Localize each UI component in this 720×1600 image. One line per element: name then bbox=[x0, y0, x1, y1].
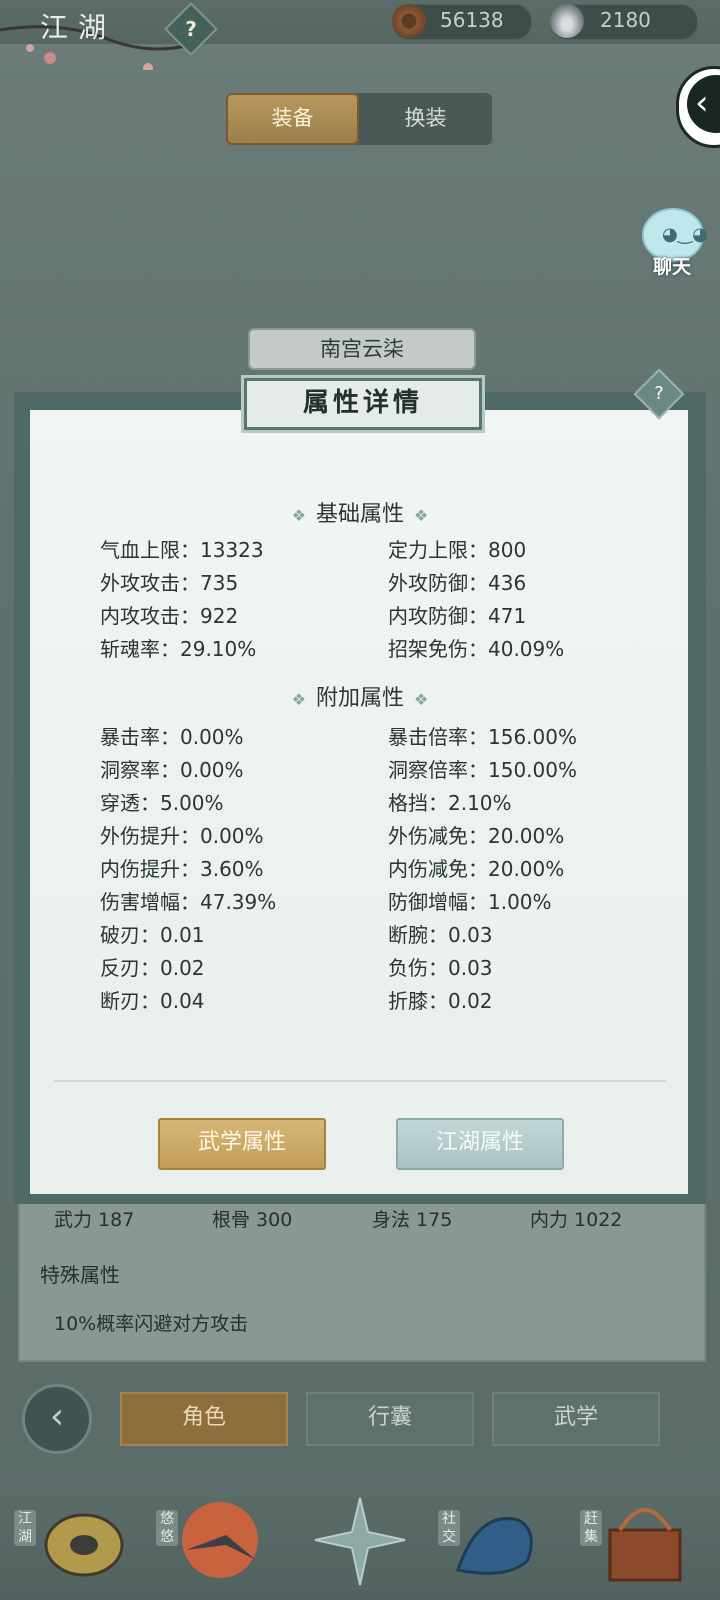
dock-label-market: 赶集 bbox=[580, 1510, 602, 1546]
attribute-item: 定力上限：800 bbox=[388, 538, 527, 562]
compass-star-icon bbox=[314, 1497, 406, 1586]
equip-tabs: 装备 换装 bbox=[226, 93, 492, 145]
extra-title: 附加属性 bbox=[315, 686, 404, 711]
special-title: 特殊属性 bbox=[40, 1263, 120, 1287]
back-arrow-icon: ‹ bbox=[49, 1396, 65, 1437]
back-button[interactable]: ‹ bbox=[22, 1384, 92, 1454]
silver-ingot-icon bbox=[550, 4, 584, 38]
attribute-item: 内攻攻击：922 bbox=[100, 604, 239, 628]
attribute-item: 外伤减免：20.00% bbox=[388, 824, 565, 848]
attribute-item: 外攻防御：436 bbox=[388, 571, 527, 595]
chevron-left-icon: ‹ bbox=[687, 75, 720, 133]
silver-value: 2180 bbox=[600, 8, 651, 32]
attribute-item: 洞察倍率：150.00% bbox=[388, 758, 577, 782]
diamond-icon: ❖ bbox=[291, 506, 306, 525]
attribute-item: 断腕：0.03 bbox=[388, 923, 493, 947]
nav-martial[interactable]: 武学 bbox=[492, 1392, 660, 1446]
attribute-item: 暴击倍率：156.00% bbox=[388, 725, 577, 749]
modal-title: 属性详情 bbox=[244, 378, 482, 430]
coin-value: 56138 bbox=[440, 8, 504, 32]
jianghu-attributes-button[interactable]: 江湖属性 bbox=[396, 1118, 564, 1170]
stat-gengu: 根骨 300 bbox=[212, 1209, 293, 1231]
attribute-item: 防御增幅：1.00% bbox=[388, 890, 552, 914]
attribute-item: 外伤提升：0.00% bbox=[100, 824, 264, 848]
attribute-item: 格挡：2.10% bbox=[388, 791, 512, 815]
dock-jianghu[interactable]: 江湖 bbox=[14, 1490, 124, 1590]
attribute-item: 内攻防御：471 bbox=[388, 604, 527, 628]
dock-label-jianghu: 江湖 bbox=[14, 1510, 36, 1546]
attribute-item: 洞察率：0.00% bbox=[100, 758, 244, 782]
attribute-item: 招架免伤：40.09% bbox=[388, 637, 565, 661]
nav-bag[interactable]: 行囊 bbox=[306, 1392, 474, 1446]
attribute-item: 内伤减免：20.00% bbox=[388, 857, 565, 881]
dock-market[interactable]: 赶集 bbox=[580, 1490, 690, 1590]
diamond-icon: ❖ bbox=[414, 506, 429, 525]
attribute-item: 气血上限：13323 bbox=[100, 538, 264, 562]
chat-button[interactable]: ◕‿◕ 聊天 bbox=[636, 208, 708, 278]
attribute-item: 斩魂率：29.10% bbox=[100, 637, 257, 661]
attribute-item: 破刃：0.01 bbox=[100, 923, 205, 947]
special-text: 10%概率闪避对方攻击 bbox=[54, 1313, 249, 1335]
attribute-item: 折膝：0.02 bbox=[388, 989, 493, 1013]
question-icon: ? bbox=[654, 383, 664, 404]
stat-neili: 内力 1022 bbox=[530, 1209, 623, 1231]
nav-role[interactable]: 角色 bbox=[120, 1392, 288, 1446]
basic-title: 基础属性 bbox=[315, 502, 404, 527]
dock-label-social: 社交 bbox=[438, 1510, 460, 1546]
attribute-item: 穿透：5.00% bbox=[100, 791, 224, 815]
martial-attributes-button[interactable]: 武学属性 bbox=[158, 1118, 326, 1170]
tab-equip[interactable]: 装备 bbox=[226, 93, 359, 145]
attribute-item: 反刃：0.02 bbox=[100, 956, 205, 980]
character-name: 南宫云柒 bbox=[248, 328, 476, 370]
chat-label: 聊天 bbox=[652, 256, 691, 278]
question-icon: ? bbox=[185, 17, 197, 41]
attribute-item: 内伤提升：3.60% bbox=[100, 857, 264, 881]
attribute-item: 负伤：0.03 bbox=[388, 956, 493, 980]
attribute-item: 伤害增幅：47.39% bbox=[100, 890, 277, 914]
diamond-icon: ❖ bbox=[414, 690, 429, 709]
coin-icon bbox=[392, 4, 426, 38]
tab-swap[interactable]: 换装 bbox=[359, 93, 492, 145]
basic-attributes-heading: ❖ 基础属性 ❖ bbox=[0, 496, 720, 528]
dock-social[interactable]: 社交 bbox=[438, 1490, 548, 1590]
dock-center[interactable] bbox=[305, 1490, 415, 1590]
stat-wuli: 武力 187 bbox=[54, 1209, 135, 1231]
attribute-item: 外攻攻击：735 bbox=[100, 571, 239, 595]
extra-attributes-heading: ❖ 附加属性 ❖ bbox=[0, 680, 720, 712]
side-collapse-tab[interactable]: ‹ bbox=[676, 66, 720, 148]
attribute-item: 断刃：0.04 bbox=[100, 989, 205, 1013]
diamond-icon: ❖ bbox=[291, 690, 306, 709]
divider bbox=[54, 1080, 666, 1082]
stat-shenfa: 身法 175 bbox=[372, 1209, 453, 1231]
dock-label-youyou: 悠悠 bbox=[156, 1510, 178, 1546]
attribute-item: 暴击率：0.00% bbox=[100, 725, 244, 749]
page-title: 江湖 bbox=[40, 11, 117, 44]
face-icon: ◕‿◕ bbox=[662, 224, 708, 245]
dock-youyou[interactable]: 悠悠 bbox=[156, 1490, 266, 1590]
